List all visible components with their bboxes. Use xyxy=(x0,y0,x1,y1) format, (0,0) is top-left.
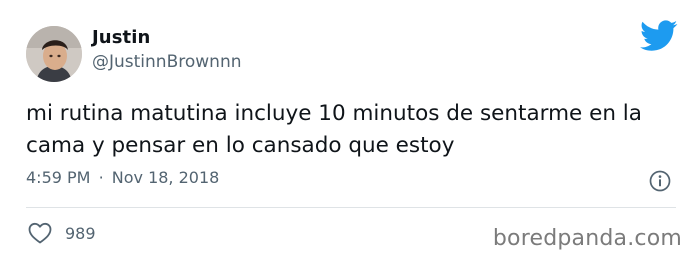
like-button[interactable]: 989 xyxy=(28,222,96,244)
tweet-date: Nov 18, 2018 xyxy=(111,168,220,187)
tweet-card: Justin @JustinnBrownnn mi rutina matutin… xyxy=(0,0,700,258)
avatar-photo xyxy=(26,26,82,82)
like-count: 989 xyxy=(65,223,96,243)
author-handle[interactable]: @JustinnBrownnn xyxy=(92,52,242,72)
tweet-text: mi rutina matutina incluye 10 minutos de… xyxy=(26,101,642,158)
heart-icon xyxy=(28,222,52,244)
author-display-name[interactable]: Justin xyxy=(92,27,150,48)
watermark: boredpanda.com xyxy=(492,226,682,251)
twitter-bird-icon[interactable] xyxy=(640,20,678,52)
tweet-time: 4:59 PM xyxy=(26,168,91,187)
tweet-timestamp[interactable]: 4:59 PM · Nov 18, 2018 xyxy=(26,168,219,187)
avatar[interactable] xyxy=(26,26,82,82)
meta-separator: · xyxy=(98,168,104,187)
info-icon[interactable] xyxy=(649,170,671,192)
divider xyxy=(26,207,676,208)
